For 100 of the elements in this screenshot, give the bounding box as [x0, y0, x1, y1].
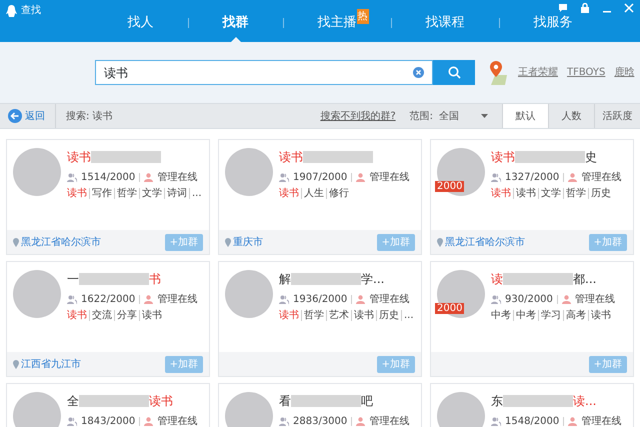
tab[interactable]: 找服务	[500, 12, 606, 42]
join-group-button[interactable]: +加群	[588, 234, 627, 250]
group-tag: 分享	[114, 310, 139, 321]
group-name: 读...	[573, 393, 596, 410]
group-name: 学...	[361, 271, 384, 288]
join-group-button[interactable]: +加群	[588, 356, 627, 372]
admin-status: 管理在线	[369, 414, 410, 427]
hot-search-link[interactable]: TFBOYS	[567, 67, 606, 78]
lock-icon[interactable]	[580, 3, 590, 13]
members-icon	[491, 417, 501, 426]
group-tag: 哲学	[563, 188, 588, 199]
join-group-button[interactable]: +加群	[164, 356, 203, 372]
group-tag: 学习	[538, 310, 563, 321]
members-icon	[67, 417, 77, 426]
location-text: 黑龙江省哈尔滨市	[445, 236, 525, 250]
person-icon	[562, 295, 571, 304]
person-icon	[356, 417, 366, 426]
member-count: 1907/2000	[293, 171, 348, 185]
group-tag: 诗词	[164, 188, 189, 199]
blurred-text	[291, 273, 361, 285]
location-pin-icon	[225, 238, 231, 246]
tab[interactable]: 找群	[188, 12, 282, 42]
group-tag: 交流	[89, 310, 114, 321]
sort-tab[interactable]: 人数	[548, 104, 594, 128]
blurred-text	[503, 395, 573, 407]
group-tag: 艺术	[326, 310, 351, 321]
person-icon	[356, 295, 366, 304]
avatar	[225, 392, 273, 427]
avatar	[225, 148, 273, 196]
member-count: 1622/2000	[81, 293, 136, 307]
sort-tab[interactable]: 默认	[502, 104, 548, 128]
back-arrow-icon	[8, 109, 22, 123]
group-name: 都...	[573, 271, 596, 288]
group-tag: 读书	[139, 310, 164, 321]
location-text: 江西省九江市	[21, 358, 81, 372]
group-tag: 高考	[563, 310, 588, 321]
clear-icon[interactable]	[413, 67, 424, 78]
feedback-icon[interactable]	[558, 3, 568, 13]
group-name: 一	[67, 271, 79, 288]
member-count: 2883/3000	[293, 415, 348, 427]
search-field[interactable]: 读书	[95, 60, 433, 85]
sort-tab[interactable]: 活跃度	[594, 104, 640, 128]
person-icon	[356, 173, 366, 182]
group-tag: 读书	[279, 188, 301, 199]
caret-icon	[481, 114, 488, 118]
group-name: 读书	[149, 393, 173, 410]
map-pin-icon[interactable]	[489, 60, 509, 84]
members-icon	[279, 295, 289, 304]
group-tag: 读书	[67, 310, 89, 321]
hot-search-link[interactable]: 鹿晗	[614, 67, 634, 78]
members-icon	[491, 295, 501, 304]
group-tag: 历史	[376, 310, 401, 321]
person-icon	[144, 295, 154, 304]
group-name: 书	[149, 271, 161, 288]
tab[interactable]: 找课程	[392, 12, 498, 42]
group-tag: 文学	[538, 188, 563, 199]
group-name: 读书	[67, 149, 91, 166]
join-group-button[interactable]: +加群	[164, 234, 203, 250]
members-icon	[279, 173, 289, 182]
group-tag: 写作	[89, 188, 114, 199]
tab[interactable]: 找人	[94, 12, 188, 42]
member-count: 1936/2000	[293, 293, 348, 307]
admin-status: 管理在线	[157, 414, 198, 427]
group-tag: 哲学	[301, 310, 326, 321]
back-button[interactable]: 返回	[0, 104, 56, 128]
range-label: 范围:	[410, 110, 433, 124]
search-button[interactable]	[433, 60, 475, 85]
group-name: 东	[491, 393, 503, 410]
search-value: 读书	[104, 64, 129, 82]
admin-status: 管理在线	[581, 414, 622, 427]
group-name: 读书	[491, 149, 515, 166]
group-tag: 修行	[326, 188, 351, 199]
admin-status: 管理在线	[581, 170, 622, 185]
person-icon	[568, 173, 578, 182]
blurred-text	[79, 273, 149, 285]
location-text: 黑龙江省哈尔滨市	[21, 236, 101, 250]
location-pin-icon	[13, 238, 19, 246]
person-icon	[144, 417, 154, 426]
join-group-button[interactable]: +加群	[376, 234, 415, 250]
avatar	[13, 270, 61, 318]
group-name: 读书	[279, 149, 303, 166]
members-icon	[279, 417, 289, 426]
hot-search-link[interactable]: 王者荣耀	[518, 67, 558, 78]
group-tag: ...	[189, 188, 204, 199]
group-name: 全	[67, 393, 79, 410]
search-icon	[448, 66, 460, 79]
blurred-text	[79, 395, 149, 407]
admin-status: 管理在线	[369, 170, 410, 185]
close-icon[interactable]	[624, 3, 634, 13]
member-count: 1327/2000	[505, 171, 560, 185]
help-link[interactable]: 搜索不到我的群?	[320, 108, 396, 124]
range-dropdown[interactable]: 全国	[433, 108, 502, 124]
members-icon	[67, 173, 77, 182]
blurred-text	[303, 151, 373, 163]
group-tag: 读书	[513, 188, 538, 199]
avatar	[225, 270, 273, 318]
location-text: 重庆市	[233, 236, 263, 250]
join-group-button[interactable]: +加群	[376, 356, 415, 372]
group-tag: 读书	[588, 310, 613, 321]
member-count: 1843/2000	[81, 415, 136, 427]
